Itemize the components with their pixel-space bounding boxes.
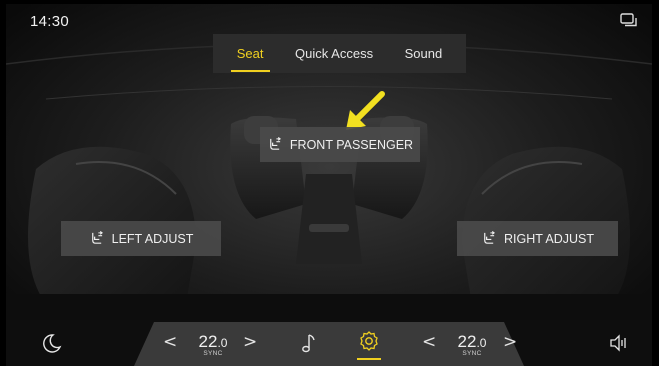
screen: 14:30 Seat Quick Access Sound FRONT PASS… [6, 4, 652, 366]
music-note-icon[interactable] [301, 332, 321, 354]
left-temp-decrease-button[interactable]: < [163, 332, 177, 352]
volume-icon[interactable] [609, 334, 629, 352]
right-temp-sync-label: SYNC [462, 350, 482, 357]
left-adjust-button[interactable]: LEFT ADJUST [61, 221, 221, 256]
left-temp-dec: .0 [217, 336, 228, 350]
right-adjust-label: RIGHT ADJUST [503, 231, 595, 246]
front-passenger-button[interactable]: FRONT PASSENGER [260, 127, 420, 162]
right-temperature[interactable]: 22.0 SYNC [447, 332, 497, 357]
left-temperature[interactable]: 22.0 SYNC [188, 332, 238, 357]
seat-adjust-icon [270, 137, 281, 150]
right-adjust-button[interactable]: RIGHT ADJUST [457, 221, 618, 256]
left-temp-increase-button[interactable]: > [243, 332, 257, 352]
left-adjust-label: LEFT ADJUST [111, 231, 194, 246]
screen-mirror-icon[interactable] [620, 13, 638, 27]
bottom-panel-shape [134, 322, 524, 366]
tab-quick-access[interactable]: Quick Access [289, 46, 379, 61]
tab-sound[interactable]: Sound [399, 46, 449, 61]
tab-bar: Seat Quick Access Sound [213, 34, 466, 73]
right-temp-dec: .0 [476, 336, 487, 350]
status-bar: 14:30 [6, 4, 652, 34]
seat-adjust-icon [484, 231, 495, 244]
right-temp-int: 22 [457, 332, 477, 351]
left-temp-int: 22 [198, 332, 218, 351]
moon-icon[interactable] [40, 332, 62, 354]
seat-adjust-icon [91, 231, 103, 244]
front-passenger-label: FRONT PASSENGER [289, 137, 414, 152]
bottom-bar: < 22.0 SYNC > < 22.0 SYNC > [6, 320, 652, 366]
tab-seat[interactable]: Seat [230, 46, 270, 72]
right-temp-increase-button[interactable]: > [503, 332, 517, 352]
active-indicator [357, 358, 381, 360]
left-temp-sync-label: SYNC [203, 350, 223, 357]
gear-icon[interactable] [358, 330, 380, 352]
right-temp-decrease-button[interactable]: < [422, 332, 436, 352]
clock: 14:30 [30, 13, 70, 30]
